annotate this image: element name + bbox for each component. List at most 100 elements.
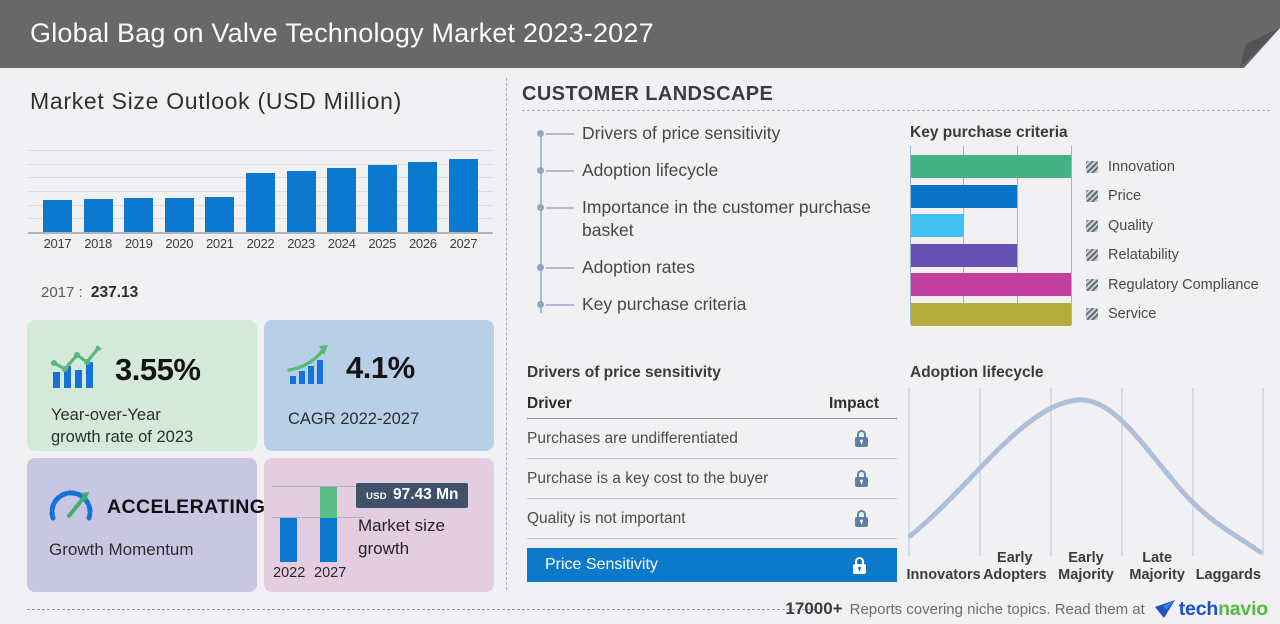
footer-text: Reports covering niche topics. Read them…	[850, 601, 1145, 618]
market-bar	[84, 199, 113, 232]
drivers-title: Drivers of price sensitivity	[527, 364, 721, 382]
market-bar-year-label: 2017	[43, 236, 72, 258]
dashed-underline	[522, 110, 1270, 111]
market-bar-year-label: 2025	[368, 236, 397, 258]
driver-row: Quality is not important	[527, 499, 897, 539]
yoy-value: 3.55%	[115, 352, 200, 388]
market-chart-bars	[28, 150, 493, 232]
list-dot-icon	[537, 130, 544, 137]
page-title: Global Bag on Valve Technology Market 20…	[30, 0, 654, 66]
landscape-item: Drivers of price sensitivity	[540, 122, 910, 145]
gridline	[1071, 146, 1072, 325]
adoption-stage-label: Early Adopters	[979, 550, 1050, 584]
driver-column-header: Driver	[527, 395, 572, 413]
list-tick	[546, 133, 574, 135]
driver-label: Purchases are undifferentiated	[527, 430, 738, 448]
list-dot-icon	[537, 264, 544, 271]
kpc-chart	[910, 146, 1072, 325]
list-tick	[546, 267, 574, 269]
list-dot-icon	[537, 167, 544, 174]
list-dot-icon	[537, 204, 544, 211]
market-bar	[205, 197, 234, 232]
yoy-desc: Year-over-Year growth rate of 2023	[51, 404, 193, 448]
market-outlook-title: Market Size Outlook (USD Million)	[30, 88, 402, 115]
brand-prefix: tech	[1179, 598, 1218, 621]
legend-swatch-icon	[1086, 220, 1098, 232]
legend-label: Regulatory Compliance	[1108, 277, 1259, 293]
market-bar-year-label: 2020	[165, 236, 194, 258]
note-value: 237.13	[91, 284, 138, 301]
speedometer-icon	[47, 484, 95, 531]
legend-item: Service	[1086, 303, 1259, 326]
market-bar	[368, 165, 397, 232]
adoption-stage-label: Late Majority	[1122, 550, 1193, 584]
market-bar	[287, 171, 316, 232]
momentum-card: ACCELERATING Growth Momentum	[27, 458, 257, 592]
growth-text-line1: Market size	[358, 514, 445, 537]
lock-icon	[854, 469, 869, 488]
note-year: 2017	[41, 284, 74, 301]
market-bar	[408, 162, 437, 232]
technavio-logo[interactable]: tech navio	[1155, 598, 1268, 621]
cagr-arrow-icon	[286, 344, 334, 391]
legend-swatch-icon	[1086, 190, 1098, 202]
market-bar	[327, 168, 356, 232]
lock-icon	[854, 429, 869, 448]
market-bar	[43, 200, 72, 232]
header-band: Global Bag on Valve Technology Market 20…	[0, 0, 1280, 68]
growth-bar-2027-growth	[320, 487, 337, 518]
driver-row: Purchase is a key cost to the buyer	[527, 459, 897, 499]
kpc-bar	[911, 303, 1071, 326]
fold-corner	[1244, 28, 1280, 68]
market-chart-plot	[28, 150, 493, 232]
landscape-item: Importance in the customer purchase bask…	[540, 196, 910, 242]
market-bar	[165, 198, 194, 232]
legend-item: Quality	[1086, 214, 1259, 237]
kpc-bars	[911, 146, 1071, 333]
customer-landscape-title: CUSTOMER LANDSCAPE	[522, 83, 773, 106]
legend-swatch-icon	[1086, 279, 1098, 291]
market-bar-year-label: 2024	[327, 236, 356, 258]
legend-label: Innovation	[1108, 159, 1175, 175]
drivers-table: Driver Impact Purchases are undifferenti…	[527, 390, 897, 582]
brand-suffix: navio	[1218, 598, 1268, 621]
driver-label: Purchase is a key cost to the buyer	[527, 470, 768, 488]
yoy-desc-line1: Year-over-Year	[51, 404, 193, 426]
growth-value-badge: USD 97.43 Mn	[356, 483, 468, 508]
legend-item: Regulatory Compliance	[1086, 273, 1259, 296]
impact-column-header: Impact	[829, 395, 879, 413]
growth-year-label: 2027	[314, 565, 346, 581]
legend-label: Relatability	[1108, 247, 1179, 263]
growth-text-line2: growth	[358, 537, 445, 560]
list-tick	[546, 304, 574, 306]
list-tick	[546, 207, 574, 209]
growth-bar-2022	[280, 518, 297, 562]
growth-trend-icon	[49, 344, 103, 395]
market-chart-labels: 2017201820192020202120222023202420252026…	[28, 236, 493, 258]
price-sensitivity-row: Price Sensitivity	[527, 548, 897, 582]
growth-card: 2022 2027 USD 97.43 Mn Market size growt…	[264, 458, 494, 592]
lock-icon	[854, 509, 869, 528]
market-bar-year-label: 2026	[408, 236, 437, 258]
list-dot-icon	[537, 301, 544, 308]
legend-label: Quality	[1108, 218, 1153, 234]
market-bar-year-label: 2023	[287, 236, 316, 258]
adoption-stage-labels: InnovatorsEarly AdoptersEarly MajorityLa…	[908, 550, 1264, 584]
drivers-table-body: Purchases are undifferentiated Purchase …	[527, 419, 897, 539]
yoy-desc-line2: growth rate of 2023	[51, 426, 193, 448]
kpc-legend: InnovationPriceQualityRelatabilityRegula…	[1086, 146, 1259, 333]
cagr-label: CAGR 2022-2027	[288, 408, 419, 430]
badge-currency: USD	[366, 491, 387, 502]
badge-value: 97.43 Mn	[393, 486, 458, 504]
adoption-title: Adoption lifecycle	[910, 364, 1044, 382]
adoption-stage-label: Early Majority	[1050, 550, 1121, 584]
market-bar-year-label: 2021	[205, 236, 234, 258]
market-bar	[124, 198, 153, 232]
x-axis-line	[28, 232, 493, 234]
market-bar-year-label: 2022	[246, 236, 275, 258]
kpc-bar	[911, 155, 1071, 178]
growth-year-label: 2022	[273, 565, 305, 581]
momentum-label: Growth Momentum	[49, 540, 194, 560]
highlight-label: Price Sensitivity	[545, 556, 658, 574]
gridline	[272, 486, 364, 487]
